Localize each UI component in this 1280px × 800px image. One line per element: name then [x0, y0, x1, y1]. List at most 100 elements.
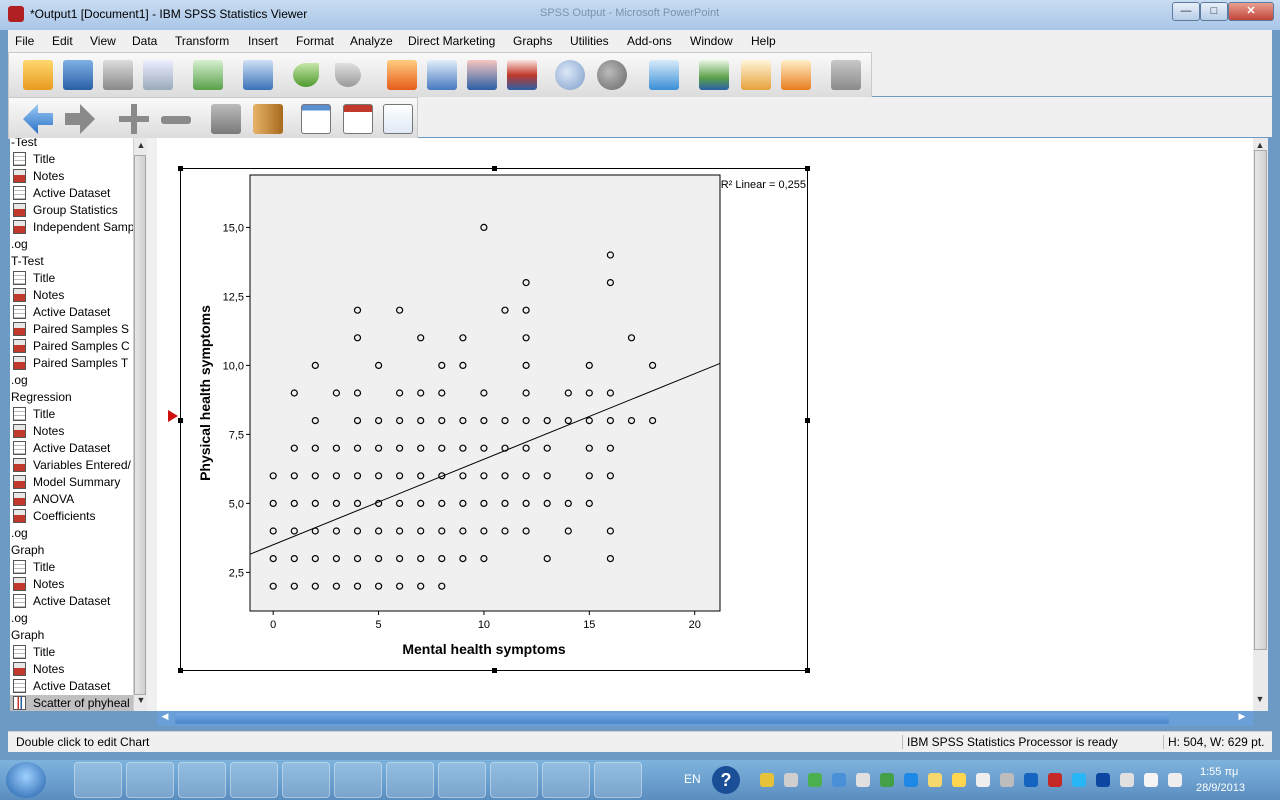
menu-utilities[interactable]: Utilities [570, 34, 609, 48]
menu-add-ons[interactable]: Add-ons [627, 34, 672, 48]
signal-icon[interactable] [1120, 773, 1134, 787]
clock-date[interactable]: 28/9/2013 [1196, 782, 1245, 794]
outline-item[interactable]: Paired Samples C [10, 338, 133, 355]
hide-icon[interactable] [253, 104, 283, 134]
redo-icon[interactable] [335, 63, 361, 87]
tray-app-icon[interactable] [952, 773, 966, 787]
menu-help[interactable]: Help [751, 34, 776, 48]
save-icon[interactable] [63, 60, 93, 90]
tray-app-icon[interactable] [904, 773, 918, 787]
outline-item[interactable]: Graph [10, 542, 133, 559]
scroll-up-arrow-icon[interactable]: ▲ [136, 140, 146, 154]
scatter-chart[interactable]: 0 5 10 15 20 2,5 5,0 7,5 10,0 12,5 15,0 Mental he… [180, 168, 808, 671]
outline-item[interactable]: Title [10, 559, 133, 576]
outline-item[interactable]: Coefficients [10, 508, 133, 525]
outline-item[interactable]: Title [10, 270, 133, 287]
minimize-button[interactable]: — [1172, 2, 1200, 21]
recall-dialog-icon[interactable] [243, 60, 273, 90]
bpa-icon[interactable] [386, 762, 434, 798]
outline-item[interactable]: Active Dataset [10, 304, 133, 321]
forward-arrow-icon[interactable] [65, 104, 95, 134]
volume-icon[interactable] [1168, 773, 1182, 787]
menu-transform[interactable]: Transform [175, 34, 229, 48]
menu-analyze[interactable]: Analyze [350, 34, 393, 48]
menu-format[interactable]: Format [296, 34, 334, 48]
tray-app-icon[interactable] [880, 773, 894, 787]
tray-flag-icon[interactable] [976, 773, 990, 787]
tray-mail-icon[interactable] [928, 773, 942, 787]
maximize-button[interactable]: □ [1200, 2, 1228, 21]
menu-file[interactable]: File [15, 34, 34, 48]
scroll-right-arrow-icon[interactable]: ▶ [1237, 711, 1247, 725]
start-button-icon[interactable] [6, 762, 46, 798]
help-icon[interactable]: ? [712, 766, 740, 794]
outline-item[interactable]: .og [10, 236, 133, 253]
r-icon[interactable] [438, 762, 486, 798]
outline-item[interactable]: Graph [10, 627, 133, 644]
scroll-down-arrow-icon[interactable]: ▼ [136, 695, 146, 709]
bluetooth-icon[interactable] [1096, 773, 1110, 787]
content-vertical-scrollbar-thumb[interactable] [1254, 150, 1267, 650]
tray-app-icon[interactable] [1072, 773, 1086, 787]
back-arrow-icon[interactable] [23, 104, 53, 134]
outline-item[interactable]: -Test [10, 138, 133, 151]
expand-icon[interactable] [119, 104, 149, 134]
outline-item[interactable]: .og [10, 372, 133, 389]
outline-item[interactable]: Title [10, 406, 133, 423]
acrobat-icon[interactable] [542, 762, 590, 798]
use-variable-sets-icon[interactable] [741, 60, 771, 90]
word-icon[interactable] [282, 762, 330, 798]
outline-item[interactable]: ANOVA [10, 491, 133, 508]
content-horizontal-scrollbar-thumb[interactable] [175, 713, 1169, 724]
language-indicator[interactable]: EN [684, 772, 701, 786]
outline-item[interactable]: Active Dataset [10, 593, 133, 610]
create-edit-icon[interactable] [649, 60, 679, 90]
pane-splitter[interactable] [147, 138, 157, 711]
outline-item[interactable]: Active Dataset [10, 185, 133, 202]
outline-item[interactable]: Title [10, 151, 133, 168]
menu-window[interactable]: Window [690, 34, 733, 48]
insert-title-icon[interactable] [343, 104, 373, 134]
show-all-variables-icon[interactable] [699, 60, 729, 90]
outline-item[interactable]: Scatter of phyheal [10, 695, 133, 711]
outline-item[interactable]: T-Test [10, 253, 133, 270]
outline-item[interactable]: Independent Samp [10, 219, 133, 236]
print-preview-icon[interactable] [143, 60, 173, 90]
menu-insert[interactable]: Insert [248, 34, 278, 48]
tray-app-icon[interactable] [1024, 773, 1038, 787]
tray-app-icon[interactable] [784, 773, 798, 787]
outline-item[interactable]: Model Summary [10, 474, 133, 491]
undo-icon[interactable] [293, 63, 319, 87]
menu-edit[interactable]: Edit [52, 34, 73, 48]
menu-direct-marketing[interactable]: Direct Marketing [408, 34, 495, 48]
outline-item[interactable]: Active Dataset [10, 678, 133, 695]
media-player-icon[interactable] [178, 762, 226, 798]
tray-shield-icon[interactable] [760, 773, 774, 787]
chrome-icon[interactable] [230, 762, 278, 798]
goto-case-icon[interactable] [427, 60, 457, 90]
tray-app-icon[interactable] [856, 773, 870, 787]
spelling-icon[interactable] [555, 60, 585, 90]
outline-item[interactable]: Notes [10, 423, 133, 440]
outline-item[interactable]: Regression [10, 389, 133, 406]
outline-item[interactable]: Title [10, 644, 133, 661]
variables-icon[interactable] [507, 60, 537, 90]
open-icon[interactable] [23, 60, 53, 90]
outline-item[interactable]: .og [10, 610, 133, 627]
outline-item[interactable]: Notes [10, 287, 133, 304]
collapse-icon[interactable] [161, 116, 191, 124]
calculator-icon[interactable] [126, 762, 174, 798]
outlook-icon[interactable] [334, 762, 382, 798]
show-icon[interactable] [211, 104, 241, 134]
outline-item[interactable]: Paired Samples T [10, 355, 133, 372]
outline-item[interactable]: Notes [10, 661, 133, 678]
power-icon[interactable] [1144, 773, 1158, 787]
outline-item[interactable]: Notes [10, 168, 133, 185]
spss-icon[interactable] [490, 762, 538, 798]
windows-explorer-icon[interactable] [74, 762, 122, 798]
goto-variable-icon[interactable] [467, 60, 497, 90]
export-icon[interactable] [193, 60, 223, 90]
goto-data-icon[interactable] [387, 60, 417, 90]
scroll-left-arrow-icon[interactable]: ◀ [160, 711, 170, 725]
outline-scrollbar-thumb[interactable] [134, 155, 146, 695]
